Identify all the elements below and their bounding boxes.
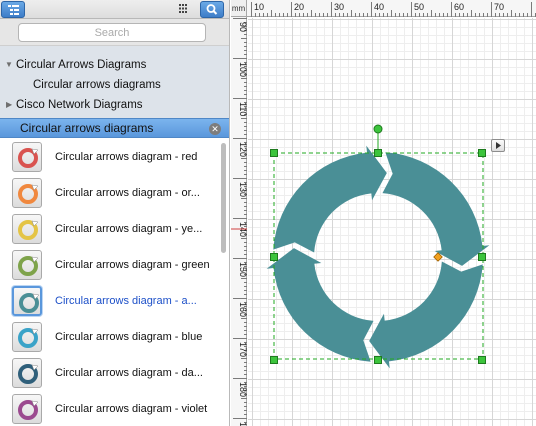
resize-handle[interactable] [374,149,382,157]
rotation-handle[interactable] [373,124,383,134]
resize-handle[interactable] [478,253,486,261]
open-library-title: Circular arrows diagrams [20,121,154,135]
shape-thumbnail[interactable] [12,394,42,424]
shape-label: Circular arrows diagram - ye... [55,223,203,235]
shape-thumbnail[interactable] [12,322,42,352]
ruler-label: 130 [238,182,247,197]
ruler-label: 160 [238,302,247,317]
circular-arrows-icon [18,400,39,420]
shape-item[interactable]: Circular arrows diagram - blue [0,320,216,356]
ruler-label: 140 [238,222,247,237]
circular-arrows-diagram[interactable] [248,18,536,426]
shape-label: Circular arrows diagram - a... [55,295,197,307]
expanded-triangle-icon[interactable]: ▼ [5,55,15,75]
library-panel: ▼ Circular Arrows Diagrams Circular arro… [0,0,230,426]
circular-arrow-segment[interactable] [266,248,374,362]
circular-arrows-ring[interactable] [266,145,490,369]
ruler-unit: mm [231,0,247,17]
play-arrow-icon [496,142,501,149]
grid-view-button[interactable] [172,1,196,18]
circular-arrows-icon [18,364,39,384]
ruler-label: 90 [238,22,247,32]
ruler-label: 180 [238,382,247,397]
library-tree: ▼ Circular Arrows Diagrams Circular arro… [0,46,229,118]
ruler-label: 40 [374,2,384,12]
shape-item[interactable]: Circular arrows diagram - green [0,248,216,284]
ruler-label: 190 [238,422,247,426]
shape-thumbnail[interactable] [12,214,42,244]
shape-thumbnail[interactable] [12,178,42,208]
vertical-ruler: 90 100 110 120 130 140 150 160 170 180 190 [231,17,248,426]
resize-handle[interactable] [478,149,486,157]
ruler-label: 150 [238,262,247,277]
ruler-label: 170 [238,342,247,357]
horizontal-ruler-ticks: 10 20 30 40 50 60 70 [251,2,536,17]
drawing-canvas[interactable] [248,18,536,426]
circular-arrow-segment[interactable] [382,152,490,266]
ruler-label: 10 [254,2,264,12]
ruler-label: 60 [454,2,464,12]
circular-arrows-icon [18,256,39,276]
horizontal-ruler: 10 20 30 40 50 60 70 [247,0,536,17]
resize-handle[interactable] [270,149,278,157]
ruler-label: 110 [238,102,247,116]
circular-arrow-segment[interactable] [273,145,387,253]
circular-arrows-icon [18,220,39,240]
shape-thumbnail[interactable] [12,286,42,316]
search-mode-button[interactable] [200,1,224,18]
collapsed-triangle-icon[interactable]: ▶ [6,95,16,115]
circular-arrows-icon [18,328,39,348]
tree-item-circular-arrows[interactable]: Circular arrows diagrams [33,75,229,95]
shape-label: Circular arrows diagram - green [55,259,210,271]
shape-label: Circular arrows diagram - da... [55,367,203,379]
ruler-label: 20 [294,2,304,12]
ruler-label: 120 [238,142,247,157]
circular-arrow-segment[interactable] [369,261,483,369]
circular-arrows-icon [18,184,39,204]
tree-view-button[interactable] [1,1,25,18]
shape-item[interactable]: Circular arrows diagram - or... [0,176,216,212]
shape-item[interactable]: Circular arrows diagram - a... [0,284,216,320]
resize-handle[interactable] [270,253,278,261]
tree-item-label: Circular arrows diagrams [33,79,161,91]
resize-handle[interactable] [374,356,382,364]
grid-view-icon [179,4,187,13]
tree-category-cisco[interactable]: ▶ Cisco Network Diagrams [0,95,220,115]
open-library-header[interactable]: Circular arrows diagrams ✕ [0,118,229,138]
shape-thumbnail[interactable] [12,142,42,172]
library-toolbar [0,0,229,19]
vertical-ruler-ticks: 90 100 110 120 130 140 150 160 170 180 190 [231,18,248,426]
shape-thumbnail[interactable] [12,250,42,280]
shape-item[interactable]: Circular arrows diagram - violet [0,392,216,426]
tree-row-partial [16,36,229,56]
tree-category-label: Cisco Network Diagrams [16,99,143,111]
ruler-label: 50 [414,2,424,12]
resize-handle[interactable] [478,356,486,364]
close-library-icon[interactable]: ✕ [209,123,221,135]
shape-label: Circular arrows diagram - red [55,151,198,163]
library-scrollbar[interactable] [221,143,226,253]
shape-list: Circular arrows diagram - red Circular ar… [0,139,229,426]
action-menu-button[interactable] [491,139,505,152]
circular-arrows-icon [18,148,39,168]
ruler-label: 100 [238,62,247,77]
tree-view-icon [8,5,19,15]
resize-handle[interactable] [270,356,278,364]
ruler-label: 30 [334,2,344,12]
shape-label: Circular arrows diagram - or... [55,187,200,199]
ruler-label: 70 [494,2,504,12]
shape-thumbnail[interactable] [12,358,42,388]
tree-category-circular-arrows[interactable]: ▼ Circular Arrows Diagrams [0,55,220,75]
shape-item[interactable]: Circular arrows diagram - red [0,140,216,176]
circular-arrows-icon [19,293,40,313]
search-icon [206,4,218,15]
shape-item[interactable]: Circular arrows diagram - ye... [0,212,216,248]
shape-item[interactable]: Circular arrows diagram - da... [0,356,216,392]
tree-category-label: Circular Arrows Diagrams [16,59,147,71]
shape-label: Circular arrows diagram - blue [55,331,203,343]
shape-label: Circular arrows diagram - violet [55,403,208,415]
